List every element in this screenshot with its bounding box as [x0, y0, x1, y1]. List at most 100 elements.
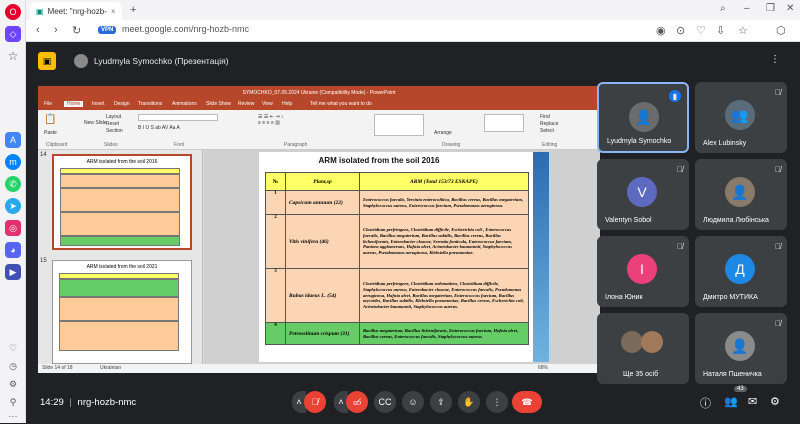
participant-tile[interactable]: 👤 🎙̸ Наталя Пшеничка — [695, 313, 787, 384]
paragraph-buttons[interactable]: ☰ ☰ ⇤ ⇥ ↕ ≡ ≡ ≡ ≡ ▥ — [258, 114, 328, 130]
camera-toggle-button[interactable]: ▭̸ — [346, 391, 368, 413]
thumb-number: 14 — [40, 152, 47, 158]
tab-help[interactable]: Help — [282, 101, 292, 107]
arrange-button[interactable]: Arrange — [434, 130, 452, 136]
arm-table: № Plant,sp ARM (Total 153/73 ESKAPE) 1 C… — [265, 172, 529, 345]
emoji-button[interactable]: ☺ — [402, 391, 424, 413]
tab-meet[interactable]: ▣ Meet: "nrg-hozb- × — [30, 2, 122, 20]
ppt-ribbon: 📋 Paste New Slide Layout Reset Section B… — [38, 110, 600, 150]
url-field[interactable]: meet.google.com/nrg-hozb-nmc — [122, 24, 249, 34]
participant-tile[interactable]: І 🎙̸ Ілона Юник — [597, 236, 689, 307]
tab-transitions[interactable]: Transitions — [138, 101, 162, 107]
close-icon[interactable]: × — [111, 7, 116, 16]
download-icon[interactable]: ⇩ — [716, 24, 725, 37]
group-slides: Slides — [104, 142, 118, 148]
screenshot-icon[interactable]: ⊙ — [676, 24, 685, 37]
opera-logo-icon[interactable]: O — [5, 4, 21, 20]
captions-button[interactable]: CC — [374, 391, 396, 413]
font-name-select[interactable] — [138, 114, 218, 121]
star-icon[interactable]: ☆ — [738, 24, 748, 37]
quick-styles[interactable] — [484, 114, 524, 132]
tab-design[interactable]: Design — [114, 101, 130, 107]
vpn-badge[interactable]: VPN — [98, 26, 117, 34]
player-icon[interactable]: ▶ — [5, 264, 21, 280]
thumb-row — [59, 297, 179, 321]
tab-animations[interactable]: Animations — [172, 101, 197, 107]
font-format-buttons[interactable]: B I U S ab AV Aa A — [138, 125, 218, 131]
reload-icon[interactable]: ↻ — [72, 24, 81, 37]
paste-button[interactable]: Paste — [44, 130, 57, 136]
tab-view[interactable]: View — [262, 101, 273, 107]
whatsapp-icon[interactable]: ✆ — [5, 176, 21, 192]
thumbnail-slide-15[interactable]: ARM isolated from the soil 2021 — [52, 260, 192, 364]
activities-icon[interactable]: ⚙ — [770, 395, 780, 408]
messenger-icon[interactable]: m — [5, 154, 21, 170]
participant-tile[interactable]: V 🎙̸ Valentyn Sobol — [597, 159, 689, 230]
participant-tile[interactable]: Д 🎙̸ Дмитро МУТИКА — [695, 236, 787, 307]
row-arm: Enterococcus faecalis, Yersinia enteroco… — [359, 190, 529, 215]
raise-hand-button[interactable]: ✋ — [458, 391, 480, 413]
mic-toggle-button[interactable]: 🎙̸ — [304, 391, 326, 413]
participant-tile[interactable]: 👥 🎙̸ Alex Lubinsky — [695, 82, 787, 153]
telegram-icon[interactable]: ➤ — [5, 198, 21, 214]
search-tabs-icon[interactable]: ⌕ — [720, 3, 726, 14]
heart-icon[interactable]: ♡ — [5, 340, 21, 356]
new-tab-icon[interactable]: + — [130, 4, 136, 16]
extensions-icon[interactable]: ⬡ — [776, 24, 786, 37]
table-row: 2 Vitis vinifera (46) Clostridium perfri… — [265, 214, 529, 269]
new-slide-button[interactable]: New Slide — [84, 120, 107, 126]
more-options-button[interactable]: ⋮ — [486, 391, 508, 413]
select-button[interactable]: Select — [540, 128, 554, 134]
ppt-ribbon-tabs: File Home Insert Design Transitions Anim… — [38, 100, 600, 110]
camera-icon[interactable]: ◉ — [656, 24, 666, 37]
window-close-icon[interactable]: ✕ — [786, 3, 794, 14]
tab-home[interactable]: Home — [64, 101, 84, 107]
ppt-title-bar: SYMOCHKO_07.05.2024 Ukraine (Compatibili… — [38, 86, 600, 100]
leave-call-button[interactable]: ☎ — [512, 391, 542, 413]
back-icon[interactable]: ‹ — [36, 24, 40, 36]
people-icon[interactable]: 👥 — [724, 395, 738, 408]
chat-icon[interactable]: ✉ — [748, 395, 757, 408]
meet-favicon-icon: ▣ — [36, 6, 44, 16]
maximize-icon[interactable]: ❐ — [766, 3, 775, 14]
history-icon[interactable]: ◷ — [5, 358, 21, 374]
tab-insert[interactable]: Insert — [92, 101, 105, 107]
layout-button[interactable]: Layout — [106, 114, 121, 120]
discord-icon[interactable]: ◕ — [5, 242, 21, 258]
meet-area: ▣ Lyudmyla Symochko (Презентація) ⋮ SYMO… — [26, 42, 800, 423]
zoom-level[interactable]: 68% — [538, 365, 548, 371]
forward-icon[interactable]: › — [54, 24, 58, 36]
thumbnail-slide-14[interactable]: ARM isolated from the soil 2016 — [52, 154, 192, 250]
more-icon[interactable]: ··· — [5, 408, 21, 424]
reset-button[interactable]: Reset — [106, 121, 119, 127]
tab-review[interactable]: Review — [238, 101, 254, 107]
aria-icon[interactable]: ◇ — [5, 26, 21, 42]
participant-tile[interactable]: 👤 🎙̸ Людмила Любінська — [695, 159, 787, 230]
participant-tile[interactable]: 👤 ▮ Lyudmyla Symochko — [597, 82, 689, 153]
tab-title: Meet: "nrg-hozb- — [47, 6, 107, 16]
tab-slideshow[interactable]: Slide Show — [206, 101, 231, 107]
section-button[interactable]: Section — [106, 128, 123, 134]
current-slide[interactable]: ARM isolated from the soil 2016 № Plant,… — [259, 152, 549, 362]
instagram-icon[interactable]: ◎ — [5, 220, 21, 236]
minimize-icon[interactable]: – — [744, 3, 750, 14]
shapes-gallery[interactable] — [374, 114, 424, 136]
settings-icon[interactable]: ⚙ — [5, 376, 21, 392]
info-icon[interactable]: ⓘ — [700, 395, 711, 411]
tab-file[interactable]: File — [44, 101, 52, 107]
tell-me-search[interactable]: Tell me what you want to do — [310, 101, 372, 107]
row-plant: Vitis vinifera (46) — [285, 214, 360, 269]
more-options-icon[interactable]: ⋮ — [770, 54, 780, 65]
replace-button[interactable]: Replace — [540, 121, 558, 127]
find-button[interactable]: Find — [540, 114, 550, 120]
browser-sidebar: O ◇ ☆ A m ✆ ➤ ◎ ◕ ▶ ♡ ◷ ⚙ ⚲ ··· — [0, 0, 26, 423]
participant-tile-more[interactable]: Ще 35 осіб — [597, 313, 689, 384]
group-editing: Editing — [542, 142, 558, 148]
present-button[interactable]: ⇪ — [430, 391, 452, 413]
bookmark-icon[interactable]: ♡ — [696, 24, 706, 37]
participant-name: Дмитро МУТИКА — [703, 294, 758, 301]
star-icon[interactable]: ☆ — [5, 48, 21, 64]
row-plant: Rubus idaeus L. (54) — [285, 268, 360, 323]
mic-off-icon: 🎙̸ — [775, 242, 781, 251]
apps-icon[interactable]: A — [5, 132, 21, 148]
